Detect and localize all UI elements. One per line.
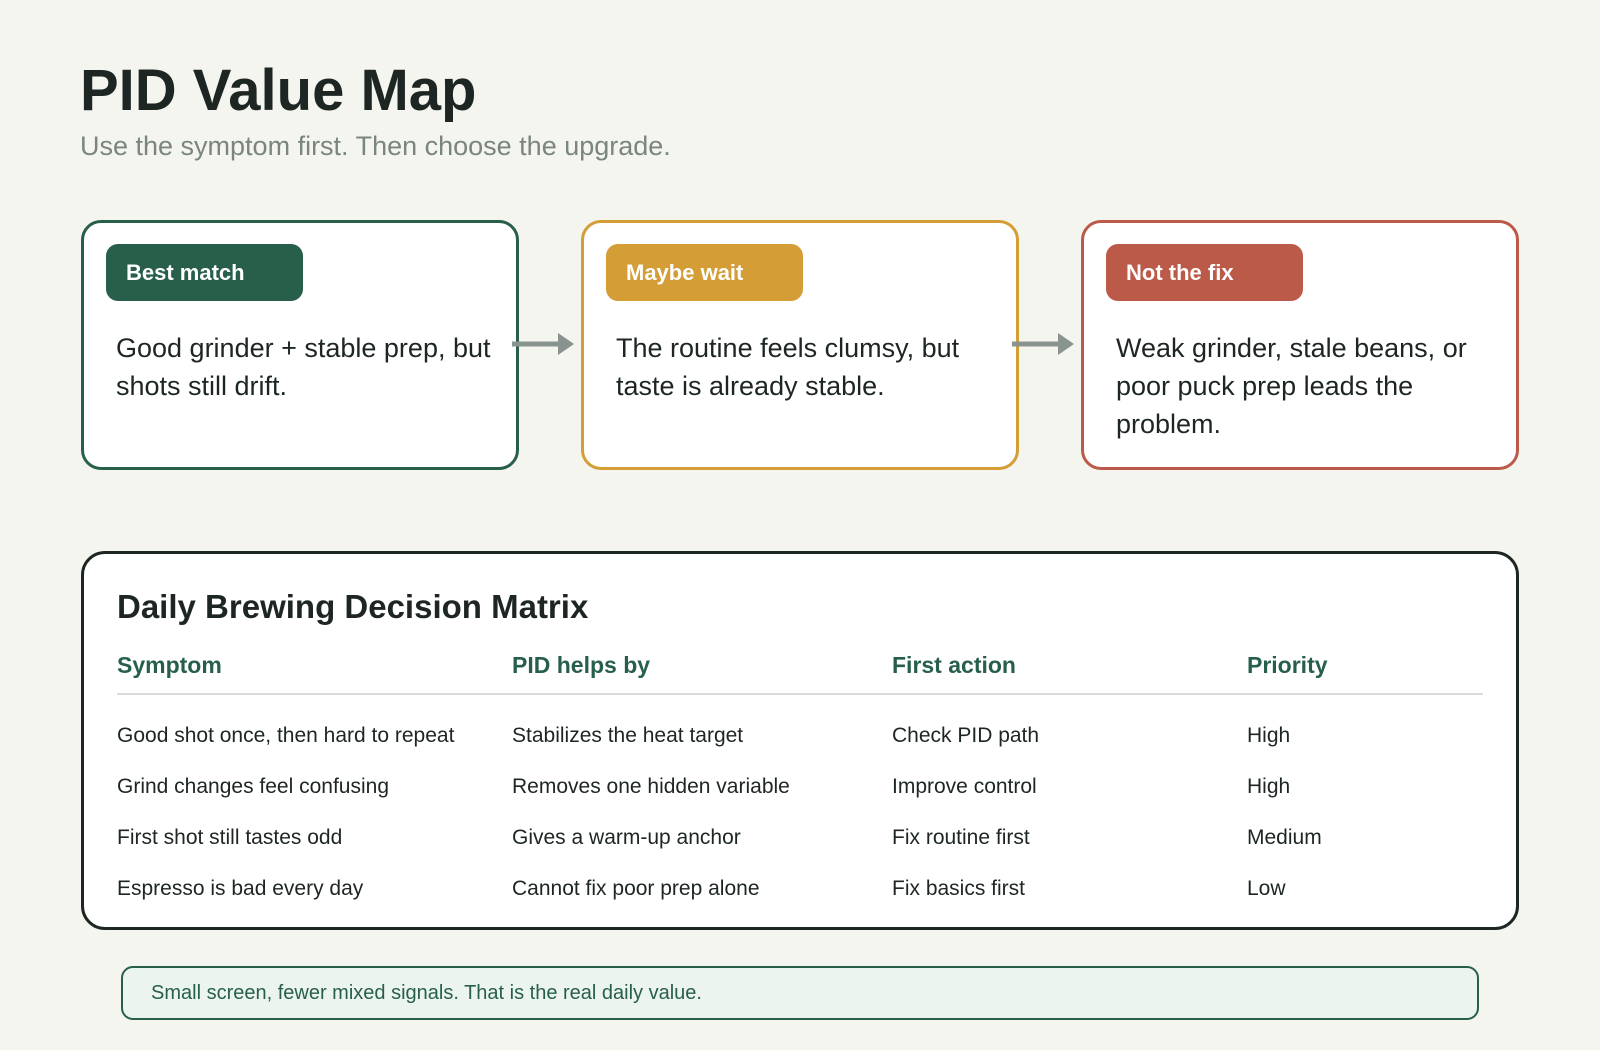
badge-best-match: Best match [106, 244, 303, 301]
cell-first-action: Improve control [892, 775, 1037, 798]
table-row: Grind changes feel confusing Removes one… [84, 775, 1516, 805]
card-best-match: Best match Good grinder + stable prep, b… [81, 220, 519, 470]
badge-maybe-wait: Maybe wait [606, 244, 803, 301]
cell-pid-helps-by: Gives a warm-up anchor [512, 826, 741, 849]
cell-priority: High [1247, 724, 1291, 747]
column-header-first-action: First action [892, 652, 1016, 678]
cell-first-action: Fix basics first [892, 877, 1026, 900]
matrix-title: Daily Brewing Decision Matrix [117, 588, 589, 625]
cell-symptom: First shot still tastes odd [117, 826, 343, 849]
cell-priority: Medium [1247, 826, 1322, 849]
card-not-the-fix: Not the fix Weak grinder, stale beans, o… [1081, 220, 1519, 470]
cell-pid-helps-by: Stabilizes the heat target [512, 724, 744, 747]
decision-matrix: Daily Brewing Decision Matrix Symptom PI… [81, 551, 1519, 930]
page-subtitle: Use the symptom first. Then choose the u… [80, 131, 671, 161]
table-row: Good shot once, then hard to repeat Stab… [84, 724, 1516, 754]
card-text-not-the-fix: Weak grinder, stale beans, or poor puck … [1116, 333, 1467, 439]
cell-symptom: Espresso is bad every day [117, 877, 364, 900]
page: PID Value Map Use the symptom first. The… [0, 0, 1600, 1050]
arrow-right-icon [1012, 333, 1074, 355]
table-row: First shot still tastes odd Gives a warm… [84, 826, 1516, 856]
column-header-pid-helps-by: PID helps by [512, 652, 651, 678]
column-header-priority: Priority [1247, 652, 1328, 678]
cell-symptom: Grind changes feel confusing [117, 775, 390, 798]
cell-pid-helps-by: Removes one hidden variable [512, 775, 790, 798]
page-title: PID Value Map [80, 58, 477, 123]
header-divider [117, 693, 1483, 695]
cell-priority: Low [1247, 877, 1286, 900]
card-text-best-match: Good grinder + stable prep, but shots st… [116, 333, 491, 401]
cell-symptom: Good shot once, then hard to repeat [117, 724, 455, 747]
card-text-maybe-wait: The routine feels clumsy, but taste is a… [616, 333, 960, 401]
cell-first-action: Check PID path [892, 724, 1040, 747]
table-row: Espresso is bad every day Cannot fix poo… [84, 877, 1516, 907]
footer-note: Small screen, fewer mixed signals. That … [121, 966, 1479, 1020]
cell-first-action: Fix routine first [892, 826, 1030, 849]
card-maybe-wait: Maybe wait The routine feels clumsy, but… [581, 220, 1019, 470]
column-header-symptom: Symptom [117, 652, 222, 678]
badge-not-the-fix: Not the fix [1106, 244, 1303, 301]
cell-pid-helps-by: Cannot fix poor prep alone [512, 877, 760, 900]
cell-priority: High [1247, 775, 1291, 798]
arrow-right-icon [512, 333, 574, 355]
